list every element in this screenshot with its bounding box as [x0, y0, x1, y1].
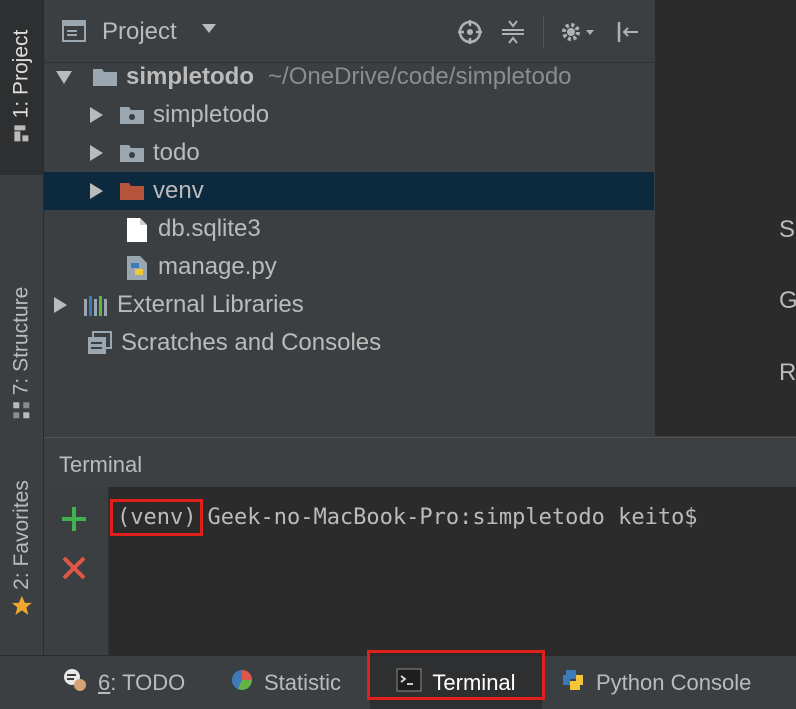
python-console-tab-label: Python Console	[596, 669, 752, 695]
chevron-right-icon[interactable]	[90, 183, 103, 199]
tree-item-label: db.sqlite3	[158, 215, 261, 242]
project-view-selector[interactable]: Project	[102, 18, 177, 46]
tree-row-scratches[interactable]: Scratches and Consoles	[44, 324, 654, 362]
project-icon	[12, 123, 32, 149]
terminal-prompt: Geek-no-MacBook-Pro:simpletodo keito$	[207, 505, 698, 530]
chevron-down-icon[interactable]	[202, 24, 216, 33]
collapse-all-icon[interactable]	[499, 18, 527, 46]
python-icon	[560, 667, 586, 699]
close-icon[interactable]	[61, 555, 87, 586]
chevron-right-icon[interactable]	[90, 107, 103, 123]
tool-tab-statistic[interactable]: Statistic	[230, 656, 341, 709]
star-icon	[11, 595, 33, 623]
package-folder-icon	[119, 103, 145, 127]
package-folder-icon	[119, 141, 145, 165]
expand-arrow-icon[interactable]	[56, 70, 72, 84]
terminal-side-toolbar	[44, 487, 109, 655]
editor-text: S	[779, 216, 796, 243]
scratches-icon	[87, 331, 113, 355]
tree-item-label: venv	[153, 177, 204, 204]
libraries-icon	[83, 293, 109, 317]
tool-tab-structure[interactable]: 7: Structure	[0, 270, 43, 440]
editor-area[interactable]: S G R	[655, 0, 796, 436]
left-tool-strip: 1: Project 7: Structure 2: Favorites	[0, 0, 44, 655]
tree-root-path: ~/OneDrive/code/simpletodo	[268, 63, 572, 90]
project-panel: Project simpletodo ~/OneDrive/code/simpl…	[44, 0, 654, 436]
terminal-title: Terminal	[59, 452, 143, 477]
terminal-body[interactable]: (venv) Geek-no-MacBook-Pro:simpletodo ke…	[109, 487, 796, 655]
tree-root-label: simpletodo	[126, 63, 255, 90]
structure-tab-label: 7: Structure	[9, 286, 33, 396]
project-tab-label: 1: Project	[9, 29, 33, 118]
file-icon	[124, 217, 150, 242]
tree-row-external-libraries[interactable]: External Libraries	[44, 286, 654, 324]
tree-item-label: manage.py	[158, 253, 277, 280]
tool-tab-todo[interactable]: 6: TODO	[62, 656, 185, 709]
structure-icon	[12, 400, 32, 426]
tree-item-label: Scratches and Consoles	[121, 329, 382, 356]
tree-row-todo[interactable]: todo	[44, 134, 654, 172]
tree-row-venv[interactable]: venv	[44, 172, 654, 210]
editor-text: R	[779, 359, 796, 386]
hide-panel-icon[interactable]	[613, 18, 641, 46]
python-file-icon	[124, 255, 150, 280]
terminal-tab-highlight	[367, 650, 545, 700]
header-divider	[543, 16, 544, 48]
tree-row-simpletodo[interactable]: simpletodo	[44, 96, 654, 134]
project-view-icon	[62, 20, 86, 42]
add-icon[interactable]	[60, 505, 88, 538]
tree-row-db[interactable]: db.sqlite3	[44, 210, 654, 248]
terminal-header: Terminal	[44, 437, 796, 488]
excluded-folder-icon	[119, 179, 145, 203]
terminal-prompt-line: (venv) Geek-no-MacBook-Pro:simpletodo ke…	[110, 499, 698, 536]
venv-highlight: (venv)	[110, 499, 204, 536]
tree-row-manage[interactable]: manage.py	[44, 248, 654, 286]
tool-tab-favorites[interactable]: 2: Favorites	[0, 465, 43, 635]
gear-icon[interactable]	[557, 18, 597, 46]
locate-icon[interactable]	[456, 18, 484, 46]
todo-icon	[62, 667, 88, 699]
tree-item-label: simpletodo	[153, 101, 270, 128]
folder-icon	[92, 65, 118, 89]
todo-tab-number: 6	[98, 669, 111, 695]
todo-tab-label: : TODO	[110, 669, 186, 695]
favorites-tab-label: 2: Favorites	[9, 480, 33, 590]
tree-row-root[interactable]: simpletodo ~/OneDrive/code/simpletodo	[44, 58, 654, 96]
tool-tab-python-console[interactable]: Python Console	[560, 656, 751, 709]
chevron-right-icon[interactable]	[90, 145, 103, 161]
statistic-tab-label: Statistic	[264, 669, 342, 695]
tool-tab-project[interactable]: 1: Project	[0, 0, 43, 175]
tree-item-label: todo	[153, 139, 200, 166]
project-header: Project	[44, 0, 654, 63]
tree-item-label: External Libraries	[117, 291, 304, 318]
editor-text: G	[779, 287, 796, 314]
statistic-icon	[230, 668, 254, 698]
chevron-right-icon[interactable]	[54, 297, 67, 313]
